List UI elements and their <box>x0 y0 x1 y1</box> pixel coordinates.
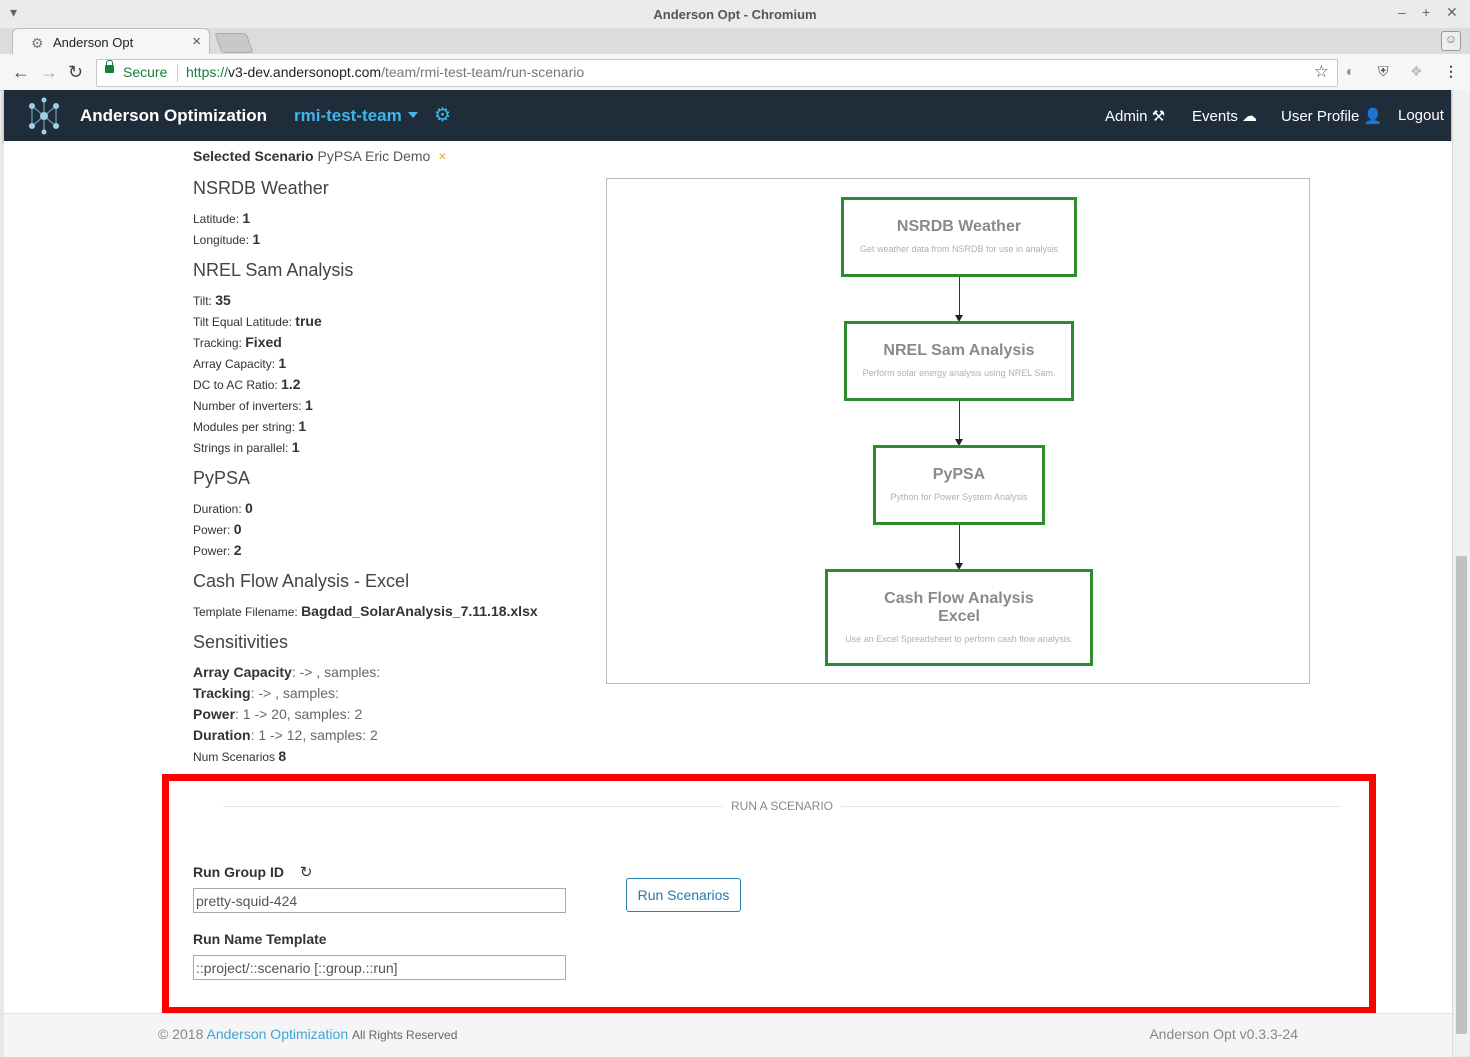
tab-close-icon[interactable]: × <box>192 33 201 50</box>
workflow-diagram: NSRDB Weather Get weather data from NSRD… <box>606 178 1310 684</box>
favicon-icon: ⚙ <box>31 35 44 51</box>
diagram-node-cashflow[interactable]: Cash Flow Analysis Excel Use an Excel Sp… <box>825 569 1093 666</box>
regenerate-refresh-icon[interactable]: ↻ <box>300 864 313 881</box>
page-scrollbar[interactable] <box>1452 90 1470 1056</box>
tools-icon: ⚒ <box>1151 108 1166 125</box>
diagram-node-nsrdb[interactable]: NSRDB Weather Get weather data from NSRD… <box>841 197 1077 277</box>
footer-company-link[interactable]: Anderson Optimization <box>206 1026 348 1042</box>
window-title: Anderson Opt - Chromium <box>653 7 817 22</box>
minimize-icon[interactable]: – <box>1398 4 1406 20</box>
section-title-nsrdb: NSRDB Weather <box>193 178 329 198</box>
new-tab-button[interactable] <box>214 33 254 53</box>
section-title-cashflow: Cash Flow Analysis - Excel <box>193 571 410 591</box>
app-navbar: Anderson Optimization rmi-test-team ⚙ Ad… <box>4 90 1451 141</box>
ublock-icon[interactable]: ⛨ <box>1378 63 1389 80</box>
run-name-template-label: Run Name Template <box>193 931 327 947</box>
run-scenario-panel: RUN A SCENARIO Run Group ID ↻ Run Name T… <box>162 774 1376 1014</box>
back-icon[interactable]: ← <box>12 62 30 83</box>
page-content: Selected Scenario PyPSA Eric Demo × NSRD… <box>4 141 1452 1014</box>
logo-icon[interactable] <box>24 96 64 136</box>
profile-icon[interactable]: ☺ <box>1441 31 1461 51</box>
sensitivity-item: Power: 1 -> 20, samples: 2 <box>193 706 363 722</box>
url-text: https://v3-dev.andersonopt.com/team/rmi-… <box>186 64 585 80</box>
section-title-sensitivities: Sensitivities <box>193 632 289 652</box>
team-selector[interactable]: rmi-test-team <box>294 106 402 126</box>
extension-icon-1[interactable]: ◐ <box>1346 63 1354 79</box>
team-settings-gear-icon[interactable]: ⚙ <box>434 104 451 127</box>
nav-events[interactable]: Events ☁ <box>1192 107 1257 125</box>
brand-name[interactable]: Anderson Optimization <box>80 106 267 126</box>
run-section-heading: RUN A SCENARIO <box>730 799 834 813</box>
page-footer: © 2018 Anderson Optimization All Rights … <box>4 1013 1452 1057</box>
diagram-node-nrel[interactable]: NREL Sam Analysis Perform solar energy a… <box>844 321 1074 401</box>
sensitivity-item: Tracking: -> , samples: <box>193 685 339 701</box>
run-group-id-input[interactable] <box>193 888 566 913</box>
secure-label: Secure <box>123 64 168 80</box>
browser-toolbar: ← → ↻ Secure https://v3-dev.andersonopt.… <box>0 54 1470 91</box>
footer-version: Anderson Opt v0.3.3-24 <box>1149 1026 1298 1042</box>
diagram-node-pypsa[interactable]: PyPSA Python for Power System Analysis <box>873 445 1045 525</box>
selected-scenario: Selected Scenario PyPSA Eric Demo × <box>193 148 447 164</box>
tab-title: Anderson Opt <box>53 35 134 50</box>
reload-icon[interactable]: ↻ <box>68 62 83 83</box>
sensitivity-item: Duration: 1 -> 12, samples: 2 <box>193 727 378 743</box>
nav-logout[interactable]: Logout <box>1398 107 1444 124</box>
section-title-nrel: NREL Sam Analysis <box>193 260 354 280</box>
window-titlebar: ▾ Anderson Opt - Chromium – + ✕ <box>0 0 1470 28</box>
user-icon: 👤 <box>1363 108 1383 125</box>
maximize-icon[interactable]: + <box>1422 4 1430 20</box>
lock-icon <box>105 60 114 73</box>
sensitivity-item: Array Capacity: -> , samples: <box>193 664 381 680</box>
extension-icon-3[interactable]: ❖ <box>1410 63 1423 80</box>
close-window-icon[interactable]: ✕ <box>1446 4 1458 21</box>
forward-icon[interactable]: → <box>40 62 58 83</box>
run-scenarios-button[interactable]: Run Scenarios <box>626 878 741 912</box>
team-caret-icon[interactable] <box>408 112 418 118</box>
bookmark-star-icon[interactable]: ☆ <box>1314 62 1329 82</box>
section-title-pypsa: PyPSA <box>193 468 251 488</box>
run-name-template-input[interactable] <box>193 955 566 980</box>
run-group-id-label: Run Group ID ↻ <box>193 864 313 881</box>
address-bar[interactable]: Secure https://v3-dev.andersonopt.com/te… <box>96 59 1338 87</box>
browser-tab[interactable]: ⚙ Anderson Opt × <box>12 28 210 55</box>
browser-menu-icon[interactable]: ⋮ <box>1444 63 1458 80</box>
tab-bar: ⚙ Anderson Opt × ☺ <box>0 28 1470 55</box>
remove-scenario-icon[interactable]: × <box>438 148 446 164</box>
num-scenarios: Num Scenarios 8 <box>193 748 287 764</box>
scrollbar-thumb[interactable] <box>1456 556 1467 1034</box>
cloud-icon: ☁ <box>1242 108 1258 125</box>
nav-admin[interactable]: Admin ⚒ <box>1105 107 1165 125</box>
nav-user-profile[interactable]: User Profile 👤 <box>1281 107 1382 125</box>
